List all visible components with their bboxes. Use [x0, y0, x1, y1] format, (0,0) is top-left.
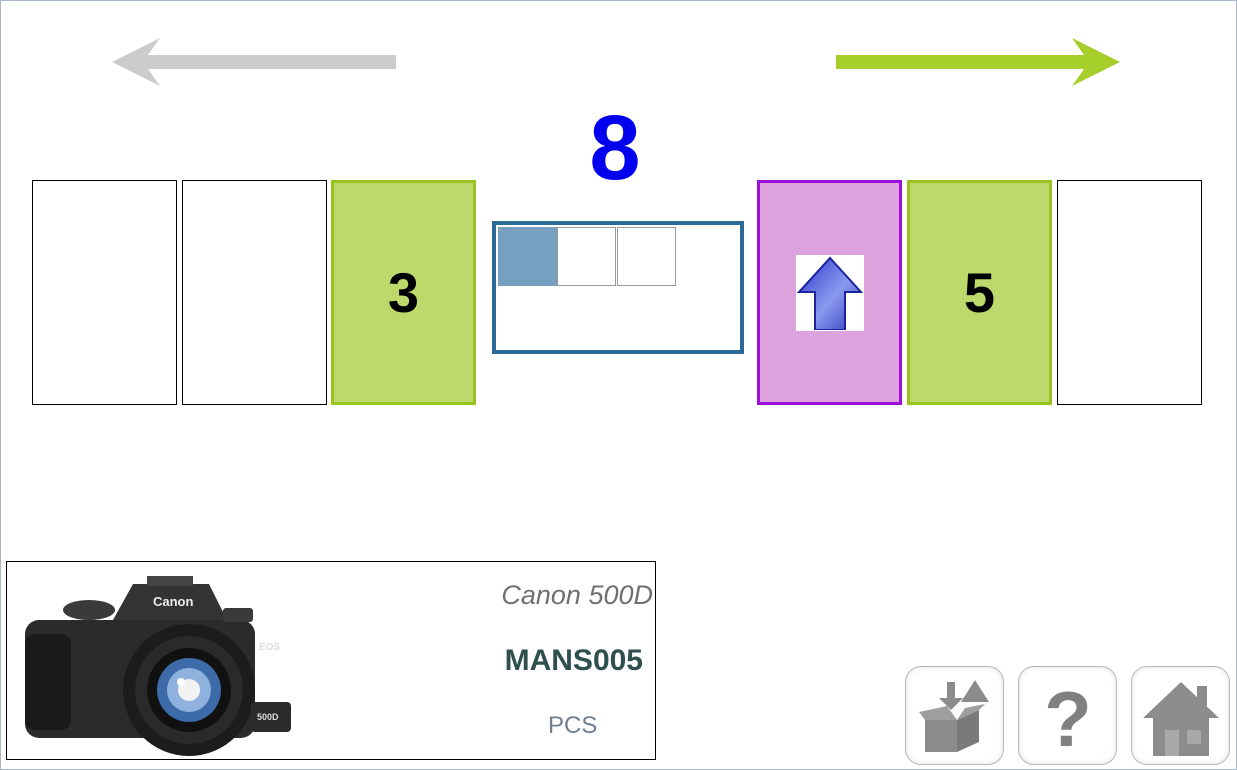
- location-grid: [492, 221, 744, 354]
- help-button[interactable]: ?: [1018, 666, 1117, 765]
- slot-active[interactable]: [757, 180, 902, 405]
- next-arrow-icon[interactable]: [836, 38, 1122, 86]
- svg-text:?: ?: [1044, 676, 1092, 756]
- home-icon: [1142, 681, 1219, 756]
- slot-empty[interactable]: [32, 180, 177, 405]
- slot-number: 3: [387, 261, 420, 324]
- help-icon: ?: [1044, 676, 1092, 756]
- svg-text:500D: 500D: [257, 712, 279, 722]
- grid-cell: [617, 227, 676, 286]
- product-unit: PCS: [548, 712, 598, 739]
- unload-box-button[interactable]: [905, 666, 1004, 765]
- camera-photo-icon: Canon EOS 500D: [25, 576, 291, 756]
- grid-cell: [557, 227, 616, 286]
- slot-empty[interactable]: [1057, 180, 1202, 405]
- prev-arrow-icon[interactable]: [112, 38, 398, 86]
- box-unload-icon: [918, 679, 989, 752]
- svg-text:EOS: EOS: [259, 642, 280, 653]
- quantity-counter: 8: [589, 97, 641, 199]
- svg-text:Canon: Canon: [153, 594, 194, 609]
- slot-filled[interactable]: 5: [907, 180, 1052, 405]
- slot-filled[interactable]: 3: [331, 180, 476, 405]
- slot-number: 5: [963, 261, 996, 324]
- product-card: Canon EOS 500D Canon 500D MANS005 PCS: [6, 561, 656, 760]
- grid-cell-filled: [498, 227, 557, 286]
- product-reference: MANS005: [504, 644, 643, 677]
- product-model: Canon 500D: [501, 580, 653, 610]
- slot-empty[interactable]: [182, 180, 327, 405]
- arrow-up-icon: [795, 254, 864, 331]
- home-button[interactable]: [1131, 666, 1230, 765]
